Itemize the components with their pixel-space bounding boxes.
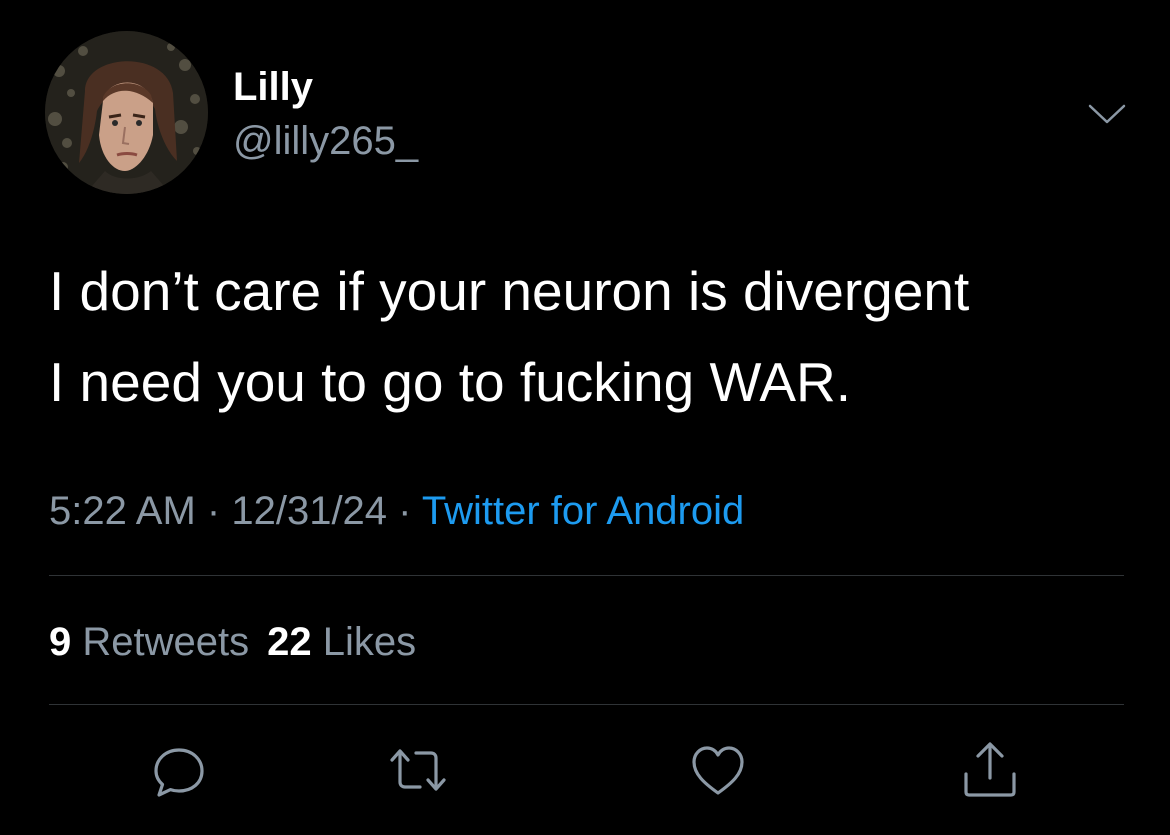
retweets-label: Retweets bbox=[82, 620, 250, 664]
avatar-image bbox=[45, 31, 208, 194]
reply-icon[interactable] bbox=[147, 738, 211, 802]
share-icon[interactable] bbox=[958, 738, 1022, 802]
display-name[interactable]: Lilly bbox=[233, 63, 313, 111]
divider bbox=[49, 575, 1124, 576]
user-handle[interactable]: @lilly265_ bbox=[233, 117, 418, 165]
tweet-line-2: I need you to go to fucking WAR. bbox=[49, 351, 852, 413]
retweet-icon[interactable] bbox=[386, 738, 450, 802]
tweet-stats: 9 Retweets 22 Likes bbox=[49, 618, 416, 666]
likes-count: 22 bbox=[267, 620, 312, 664]
avatar[interactable] bbox=[45, 31, 208, 194]
retweets-count: 9 bbox=[49, 620, 72, 664]
likes-stat[interactable]: 22 Likes bbox=[267, 620, 416, 664]
tweet-line-1: I don’t care if your neuron is divergent bbox=[49, 260, 970, 322]
meta-separator: · bbox=[398, 489, 412, 533]
divider bbox=[49, 704, 1124, 705]
meta-separator: · bbox=[206, 489, 221, 533]
tweet-metadata: 5:22 AM · 12/31/24 · Twitter for Android bbox=[49, 487, 744, 535]
tweet-text: I don’t care if your neuron is divergent… bbox=[49, 246, 1149, 428]
chevron-down-icon[interactable] bbox=[1086, 98, 1128, 128]
tweet-source-link[interactable]: Twitter for Android bbox=[422, 489, 744, 533]
tweet-date[interactable]: 12/31/24 bbox=[231, 489, 387, 533]
tweet-time[interactable]: 5:22 AM bbox=[49, 489, 196, 533]
retweets-stat[interactable]: 9 Retweets bbox=[49, 620, 249, 664]
heart-icon[interactable] bbox=[686, 738, 750, 802]
likes-label: Likes bbox=[322, 620, 417, 664]
